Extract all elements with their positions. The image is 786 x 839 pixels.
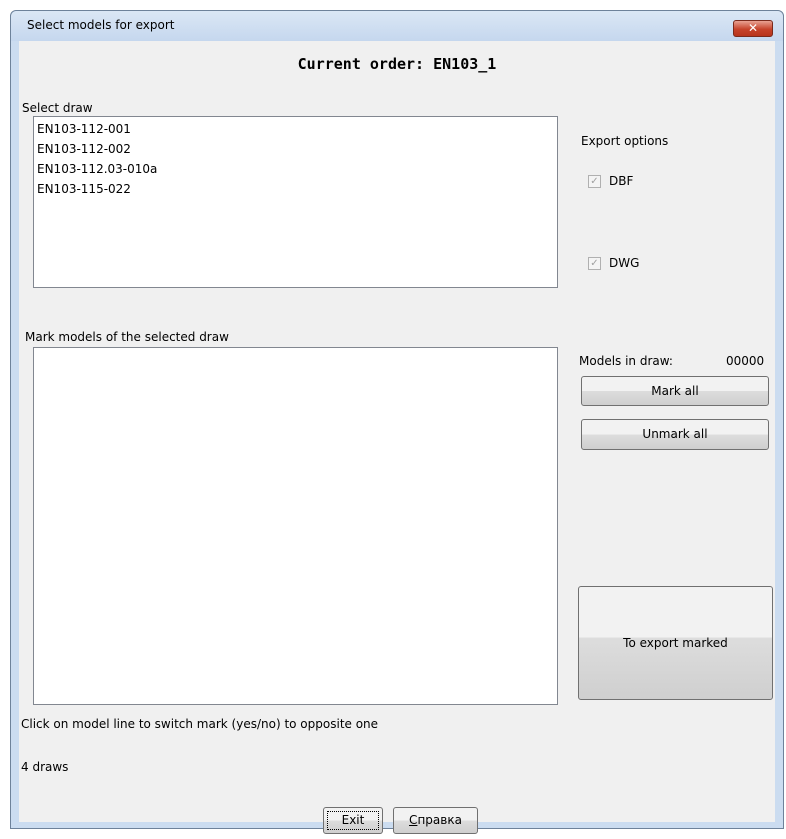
mark-all-button[interactable]: Mark all <box>581 376 769 406</box>
help-button[interactable]: Справка <box>393 807 478 834</box>
hint-text: Click on model line to switch mark (yes/… <box>21 717 379 731</box>
draw-list-item[interactable]: EN103-112-002 <box>34 139 557 159</box>
dwg-checkbox[interactable]: ✓ DWG <box>588 256 639 270</box>
export-marked-button[interactable]: To export marked <box>578 586 773 700</box>
checkmark-icon: ✓ <box>588 174 601 188</box>
models-in-draw-count: 00000 <box>726 354 765 368</box>
draw-count-status: 4 draws <box>21 760 69 774</box>
draw-list-item[interactable]: EN103-112-001 <box>34 119 557 139</box>
close-button[interactable]: ✕ <box>733 20 773 37</box>
current-order-heading: Current order: EN103_1 <box>297 55 497 73</box>
dialog-client-area: Current order: EN103_1 Select draw EN103… <box>19 41 775 834</box>
select-draw-listbox[interactable]: EN103-112-001 EN103-112-002 EN103-112.03… <box>33 116 558 288</box>
select-draw-label: Select draw <box>22 101 93 115</box>
dwg-checkbox-label: DWG <box>609 256 640 270</box>
mark-models-listbox[interactable] <box>33 347 558 705</box>
help-button-label: правка <box>417 813 462 827</box>
export-options-label: Export options <box>581 134 669 148</box>
dbf-checkbox-label: DBF <box>609 174 634 188</box>
mark-models-label: Mark models of the selected draw <box>25 330 229 344</box>
checkmark-icon: ✓ <box>588 256 601 270</box>
exit-button[interactable]: Exit <box>323 807 383 834</box>
draw-list-item[interactable]: EN103-115-022 <box>34 179 557 199</box>
draw-list-item[interactable]: EN103-112.03-010a <box>34 159 557 179</box>
unmark-all-button[interactable]: Unmark all <box>581 419 769 450</box>
dialog-window: Select models for export ✕ Current order… <box>10 10 784 834</box>
window-title: Select models for export <box>27 18 175 32</box>
dbf-checkbox[interactable]: ✓ DBF <box>588 174 633 188</box>
close-icon: ✕ <box>747 21 759 35</box>
title-bar[interactable]: Select models for export ✕ <box>11 11 783 41</box>
focus-rectangle <box>327 811 379 830</box>
models-in-draw-label: Models in draw: <box>579 354 673 368</box>
